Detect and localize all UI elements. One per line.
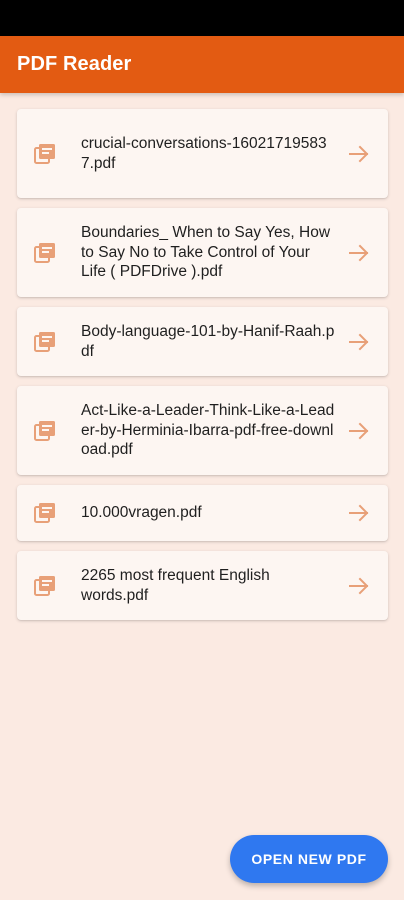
pdf-file-icon — [34, 575, 56, 597]
pdf-file-item[interactable]: 10.000vragen.pdf — [17, 485, 388, 541]
pdf-file-name: 10.000vragen.pdf — [81, 504, 202, 522]
arrow-right-icon[interactable] — [348, 242, 370, 264]
pdf-file-icon — [34, 420, 56, 442]
pdf-file-name: crucial-conversations-160217195837.pdf — [81, 135, 327, 172]
pdf-file-icon — [34, 242, 56, 264]
arrow-right-icon[interactable] — [348, 575, 370, 597]
arrow-right-icon[interactable] — [348, 420, 370, 442]
pdf-file-item[interactable]: Boundaries_ When to Say Yes, How to Say … — [17, 208, 388, 297]
pdf-file-name: Boundaries_ When to Say Yes, How to Say … — [81, 224, 331, 281]
pdf-file-item[interactable]: 2265 most frequent English words.pdf — [17, 551, 388, 620]
pdf-file-name: 2265 most frequent English words.pdf — [81, 567, 270, 604]
arrow-right-icon[interactable] — [348, 502, 370, 524]
app-title: PDF Reader — [17, 53, 132, 75]
status-bar — [0, 0, 404, 36]
pdf-file-name: Body-language-101-by-Hanif-Raah.pdf — [81, 323, 335, 360]
pdf-file-item[interactable]: crucial-conversations-160217195837.pdf — [17, 109, 388, 198]
pdf-file-name: Act-Like-a-Leader-Think-Like-a-Leader-by… — [81, 402, 335, 459]
arrow-right-icon[interactable] — [348, 331, 370, 353]
app-bar: PDF Reader — [0, 36, 404, 93]
arrow-right-icon[interactable] — [348, 143, 370, 165]
pdf-file-item[interactable]: Body-language-101-by-Hanif-Raah.pdf — [17, 307, 388, 376]
open-new-pdf-button[interactable]: OPEN NEW PDF — [230, 835, 388, 883]
pdf-file-icon — [34, 331, 56, 353]
pdf-file-list: crucial-conversations-160217195837.pdf B… — [17, 109, 388, 630]
pdf-file-icon — [34, 143, 56, 165]
pdf-file-icon — [34, 502, 56, 524]
pdf-file-item[interactable]: Act-Like-a-Leader-Think-Like-a-Leader-by… — [17, 386, 388, 475]
